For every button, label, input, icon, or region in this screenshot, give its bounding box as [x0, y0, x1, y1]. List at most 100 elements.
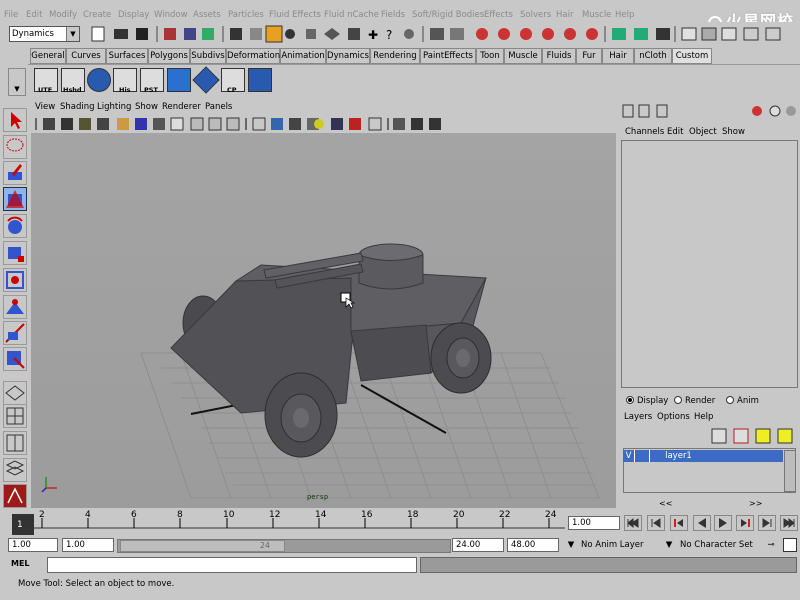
- maya-logo-button[interactable]: [3, 484, 27, 508]
- vp-menu-shading[interactable]: Shading: [60, 102, 95, 112]
- menu-window[interactable]: Window: [154, 10, 188, 20]
- menu-fluid-ncache[interactable]: Fluid nCache: [324, 10, 379, 20]
- cb-menu-object[interactable]: Object: [689, 127, 717, 137]
- layer-visibility-toggle[interactable]: V: [623, 450, 635, 462]
- lasso-tool-button[interactable]: [3, 135, 27, 159]
- menu-create[interactable]: Create: [83, 10, 111, 20]
- menu-muscle[interactable]: Muscle: [582, 10, 611, 20]
- layout-single-button[interactable]: [3, 381, 27, 405]
- radio-anim[interactable]: Anim: [726, 396, 759, 406]
- layout-outliner-button[interactable]: [3, 458, 27, 482]
- tab-subdivs[interactable]: Subdivs: [190, 48, 226, 64]
- current-time-field[interactable]: 1.00: [568, 516, 620, 530]
- tab-deformation[interactable]: Deformation: [226, 48, 280, 64]
- tab-polygons[interactable]: Polygons: [148, 48, 190, 64]
- menu-file[interactable]: File: [4, 10, 18, 20]
- layout-four-button[interactable]: [3, 404, 27, 428]
- vp-menu-renderer[interactable]: Renderer: [162, 102, 201, 112]
- tab-custom[interactable]: Custom: [672, 48, 712, 64]
- tab-rendering[interactable]: Rendering: [370, 48, 420, 64]
- step-forward-frame-button[interactable]: [758, 515, 776, 531]
- viewport-toolbar[interactable]: [31, 115, 616, 133]
- menu-fluid-effects[interactable]: Fluid Effects: [269, 10, 321, 20]
- soft-mod-tool-button[interactable]: [3, 295, 27, 319]
- menu-modify[interactable]: Modify: [49, 10, 77, 20]
- tab-fluids[interactable]: Fluids: [542, 48, 576, 64]
- play-forwards-button[interactable]: [714, 515, 732, 531]
- last-tool-button[interactable]: [3, 347, 27, 371]
- cb-menu-channels[interactable]: Channels: [625, 127, 664, 137]
- radio-render[interactable]: Render: [674, 396, 715, 406]
- menu-edit[interactable]: Edit: [26, 10, 42, 20]
- scale-tool-button[interactable]: [3, 241, 27, 265]
- layer-menu-help[interactable]: Help: [694, 412, 713, 422]
- animation-start-field[interactable]: 1.00: [8, 538, 58, 552]
- paint-select-tool-button[interactable]: [3, 161, 27, 185]
- tab-painteffects[interactable]: PaintEffects: [420, 48, 476, 64]
- shelf-sphere-button[interactable]: [87, 68, 111, 92]
- tab-curves[interactable]: Curves: [66, 48, 106, 64]
- range-slider-handle[interactable]: 24: [120, 540, 285, 552]
- character-set-chevron-icon[interactable]: ▼: [661, 538, 677, 552]
- tab-muscle[interactable]: Muscle: [504, 48, 542, 64]
- current-frame-marker[interactable]: 1: [12, 514, 34, 535]
- animation-preferences-icon[interactable]: [783, 538, 797, 552]
- script-language-label[interactable]: MEL: [11, 559, 30, 568]
- channel-box-panel[interactable]: [621, 140, 798, 388]
- menu-particles[interactable]: Particles: [228, 10, 264, 20]
- layout-two-button[interactable]: [3, 431, 27, 455]
- time-slider[interactable]: [8, 510, 565, 536]
- go-to-end-button[interactable]: [780, 515, 798, 531]
- show-manipulator-button[interactable]: [3, 321, 27, 345]
- tab-animation[interactable]: Animation: [280, 48, 326, 64]
- rotate-tool-button[interactable]: [3, 214, 27, 238]
- shelf-grid-button[interactable]: [167, 68, 191, 92]
- menu-set-select[interactable]: Dynamics ▼: [9, 26, 80, 42]
- menu-help[interactable]: Help: [615, 10, 634, 20]
- tab-fur[interactable]: Fur: [576, 48, 602, 64]
- go-to-start-button[interactable]: [624, 515, 642, 531]
- command-input[interactable]: [47, 557, 417, 573]
- animation-end-field[interactable]: 48.00: [507, 538, 559, 552]
- menu-effects[interactable]: Effects: [484, 10, 513, 20]
- anim-layer-chevron-icon[interactable]: ▼: [563, 538, 579, 552]
- tab-dynamics[interactable]: Dynamics: [326, 48, 370, 64]
- tab-hair[interactable]: Hair: [602, 48, 634, 64]
- tab-surfaces[interactable]: Surfaces: [106, 48, 148, 64]
- playback-start-field[interactable]: 1.00: [62, 538, 114, 552]
- layer-scrollbar[interactable]: [784, 450, 796, 492]
- cb-menu-show[interactable]: Show: [722, 127, 745, 137]
- tab-ncloth[interactable]: nCloth: [634, 48, 672, 64]
- menu-assets[interactable]: Assets: [193, 10, 221, 20]
- layer-menu-options[interactable]: Options: [657, 412, 690, 422]
- menu-solvers[interactable]: Solvers: [520, 10, 551, 20]
- step-back-key-button[interactable]: [670, 515, 688, 531]
- step-forward-key-button[interactable]: [736, 515, 754, 531]
- auto-key-icon[interactable]: ⊸: [762, 538, 780, 552]
- menu-soft-rigid-bodies[interactable]: Soft/Rigid Bodies: [412, 10, 484, 20]
- status-line-icons[interactable]: ✚ ?: [84, 24, 800, 44]
- perspective-viewport[interactable]: [31, 133, 616, 508]
- vp-menu-lighting[interactable]: Lighting: [97, 102, 131, 112]
- universal-manipulator-button[interactable]: [3, 268, 27, 292]
- shelf-menu-button[interactable]: ▼: [8, 68, 26, 96]
- move-tool-button[interactable]: [3, 187, 27, 211]
- shelf-box-button[interactable]: [248, 68, 272, 92]
- vp-menu-show[interactable]: Show: [135, 102, 158, 112]
- playback-end-field[interactable]: 24.00: [452, 538, 504, 552]
- tab-toon[interactable]: Toon: [476, 48, 504, 64]
- layer-type-toggle[interactable]: [638, 450, 650, 462]
- layer-color-swatch[interactable]: [652, 450, 662, 462]
- layer-tools[interactable]: [622, 424, 800, 446]
- layer-scroll-left[interactable]: <<: [659, 499, 672, 508]
- select-tool-button[interactable]: [3, 108, 27, 132]
- layer-row[interactable]: V layer1: [623, 450, 783, 462]
- step-back-frame-button[interactable]: [647, 515, 665, 531]
- tab-general[interactable]: General: [30, 48, 66, 64]
- radio-display[interactable]: Display: [626, 396, 668, 406]
- anim-layer-dropdown[interactable]: No Anim Layer: [581, 538, 661, 552]
- play-backwards-button[interactable]: [693, 515, 711, 531]
- character-set-dropdown[interactable]: No Character Set: [680, 538, 758, 552]
- vp-menu-panels[interactable]: Panels: [205, 102, 232, 112]
- layer-menu-layers[interactable]: Layers: [624, 412, 652, 422]
